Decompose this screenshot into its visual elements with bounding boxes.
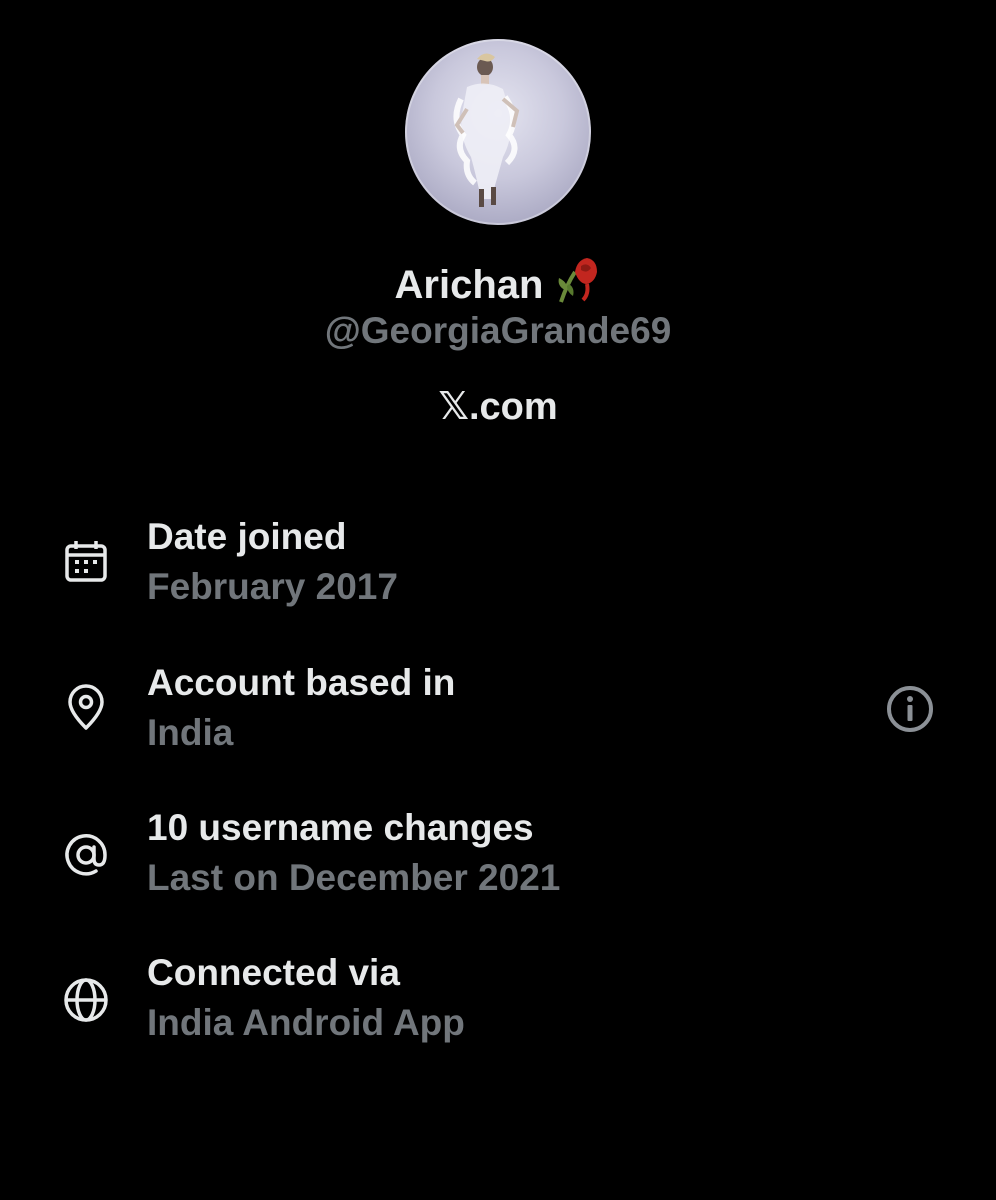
site-link[interactable]: 𝕏.com [0, 384, 996, 430]
location-pin-icon [62, 684, 110, 732]
display-name: Arichan [0, 254, 996, 316]
detail-row-date-joined: Date joined February 2017 [0, 514, 996, 624]
at-sign-icon [62, 831, 110, 879]
detail-title: Connected via [147, 952, 400, 993]
calendar-icon [62, 538, 110, 586]
detail-value: India Android App [147, 1002, 465, 1043]
wilted-rose-icon [553, 254, 601, 316]
avatar[interactable] [405, 39, 591, 225]
detail-value: Last on December 2021 [147, 857, 561, 898]
detail-row-username-changes: 10 username changes Last on December 202… [0, 805, 996, 915]
detail-title: Date joined [147, 516, 347, 557]
username-handle: @GeorgiaGrande69 [324, 310, 672, 351]
globe-icon [62, 976, 110, 1024]
avatar-photo [453, 53, 520, 207]
detail-row-account-based-in: Account based in India [0, 660, 996, 770]
detail-value: India [147, 712, 234, 753]
detail-title: 10 username changes [147, 807, 534, 848]
info-icon[interactable] [884, 683, 936, 735]
detail-row-connected-via: Connected via India Android App [0, 950, 996, 1060]
detail-value: February 2017 [147, 566, 398, 607]
detail-title: Account based in [147, 662, 456, 703]
display-name-text: Arichan [394, 263, 544, 307]
